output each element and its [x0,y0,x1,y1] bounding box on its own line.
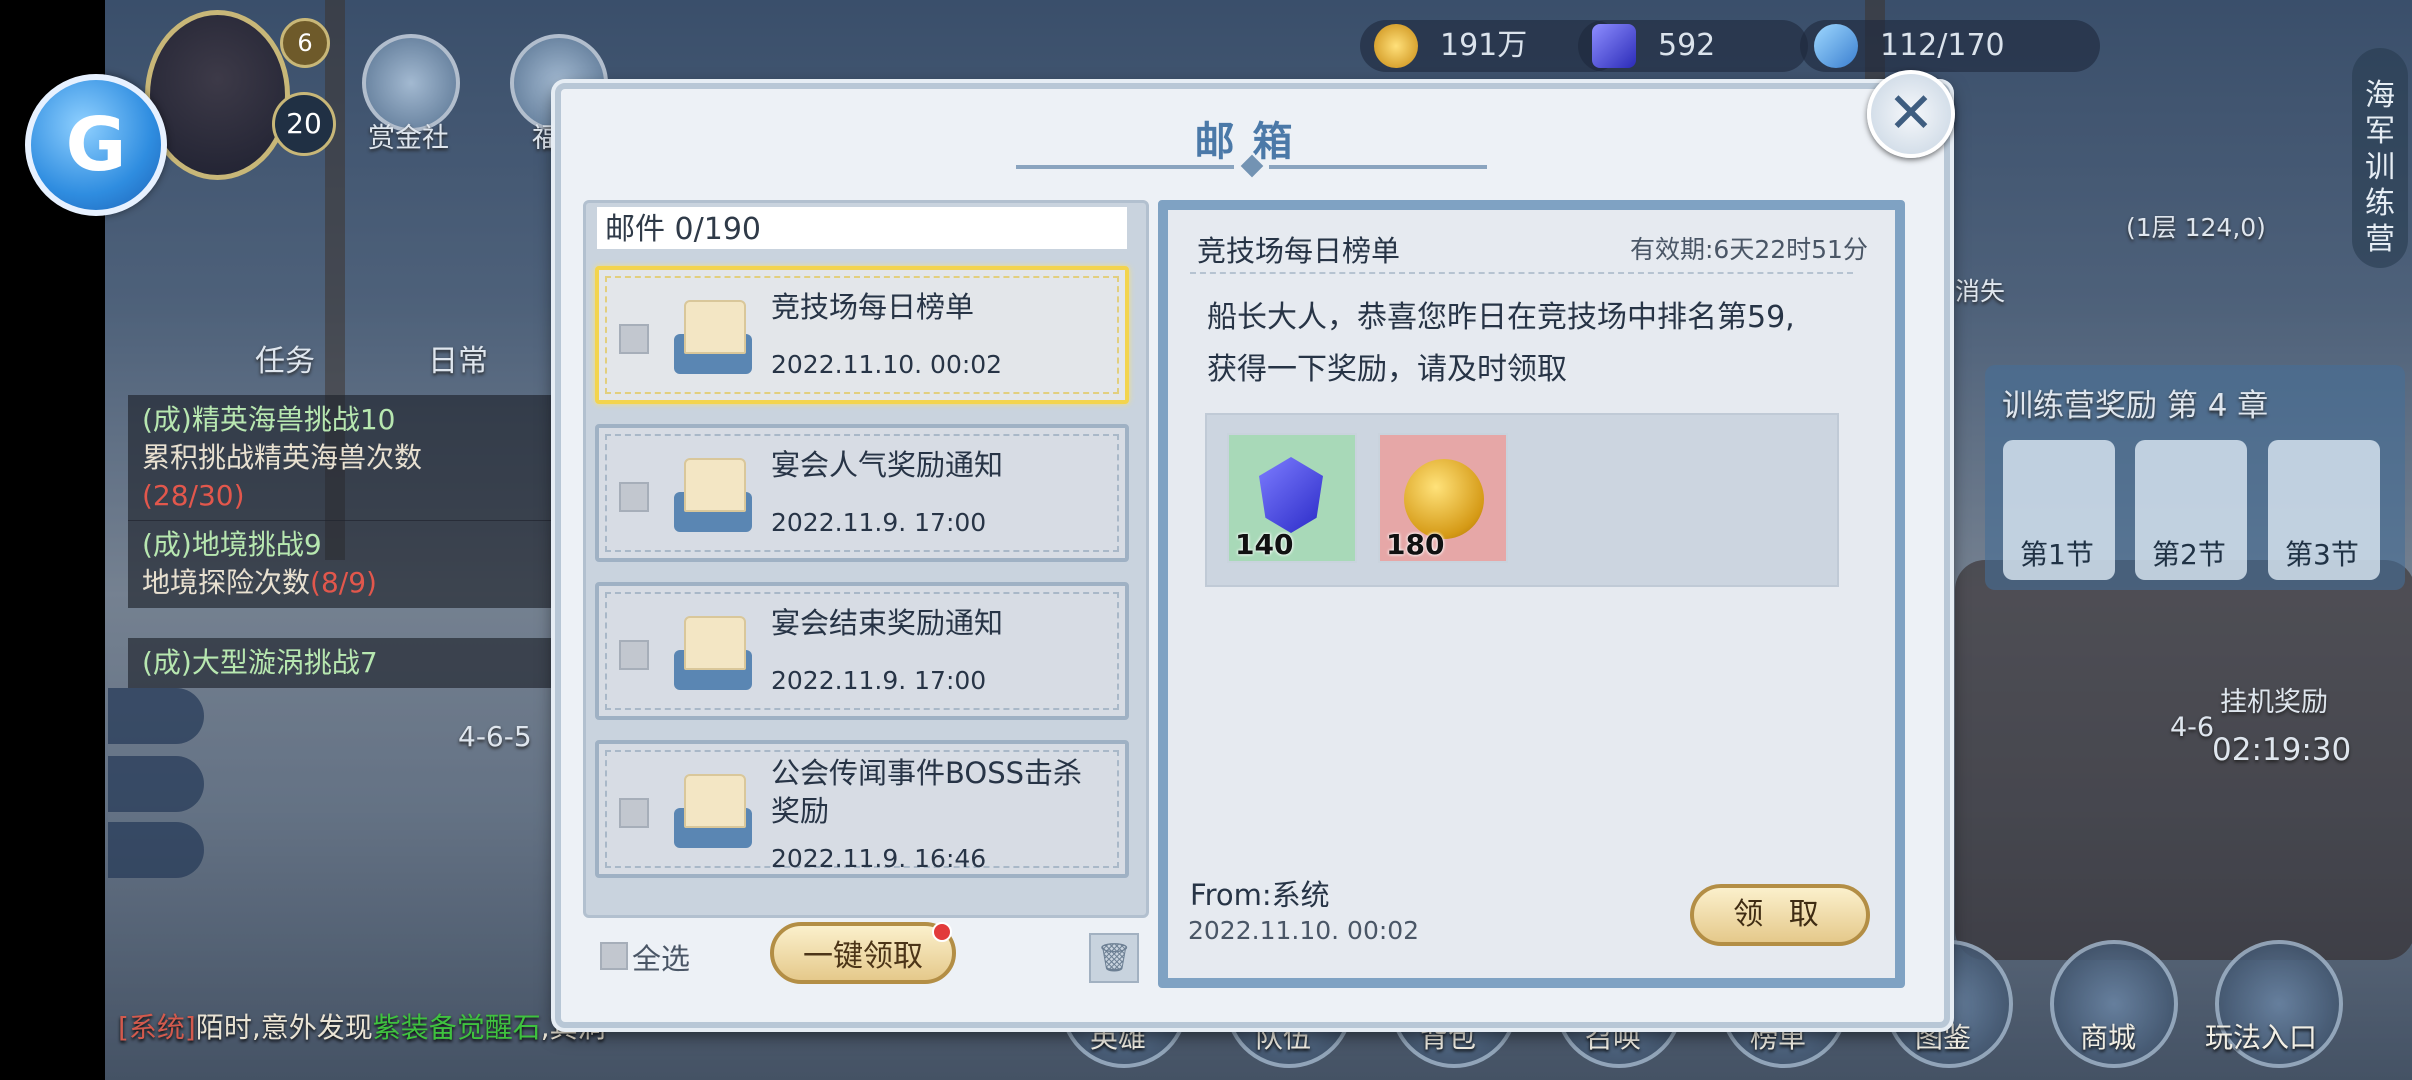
chat-message: 陌时,意外发现 [195,1011,373,1044]
task-desc: 累积挑战精英海兽次数 [142,441,423,474]
navy-training-camp-tab[interactable]: 海军训练营 [2352,48,2408,268]
mail-checkbox[interactable] [619,640,649,670]
mail-date: 2022.11.9. 17:00 [771,508,987,537]
title-ornament-left [1016,165,1234,169]
task-progress: (8/9) [310,566,377,599]
envelope-icon [674,454,752,532]
chat-line[interactable]: [系统]陌时,意外发现紫装备觉醒石,其洞 [118,1006,606,1046]
player-rank: 20 [272,92,336,156]
chat-channel: [系统] [118,1011,196,1044]
claim-all-button[interactable]: 一键领取 [770,922,956,984]
mail-checkbox[interactable] [619,324,649,354]
gold-coin-icon [1374,24,1418,68]
nav-gameplay-entry[interactable]: 玩法入口 [2205,1016,2317,1056]
mail-checkbox[interactable] [619,482,649,512]
chest-label: 第2节 [2152,538,2226,571]
app-float-logo[interactable]: G [25,74,167,216]
mail-item[interactable]: 宴会结束奖励通知 2022.11.9. 17:00 [595,582,1129,720]
select-all-checkbox[interactable] [600,942,628,970]
idle-timer: 02:19:30 [2212,732,2352,768]
close-icon: ✕ [1887,81,1935,146]
player-level-badge: 6 [280,18,330,68]
gem-icon [1259,457,1323,533]
mail-date: 2022.11.9. 16:46 [771,844,987,873]
mail-title: 竞技场每日榜单 [771,290,975,324]
mail-title: 公会传闻事件BOSS击杀奖励 [771,756,1083,828]
detail-body: 船长大人，恭喜您昨日在竞技场中排名第59, 获得一下奖励，请及时领取 [1207,292,1795,396]
mail-title: 宴会人气奖励通知 [771,448,1004,482]
tab-daily[interactable]: 日常 [428,336,488,380]
tools-button[interactable] [108,822,204,878]
gem-icon [1592,24,1636,68]
chest-label: 第3节 [2285,538,2359,571]
mail-item[interactable]: 竞技场每日榜单 2022.11.10. 00:02 [595,266,1129,404]
mail-title: 宴会结束奖励通知 [771,606,1004,640]
detail-body-line: 船长大人，恭喜您昨日在竞技场中排名第59, [1207,300,1795,335]
floor-info: (1层 124,0) [2126,213,2266,242]
stamina-resource: 112/170 [1800,20,2100,72]
task-title: (成)地境挑战9 [142,528,322,561]
stage-label: 4-6-5 [458,720,532,753]
player-avatar[interactable] [145,10,290,180]
mail-item[interactable]: 宴会人气奖励通知 2022.11.9. 17:00 [595,424,1129,562]
mail-count: 邮件 0/190 [595,205,1129,251]
handshake-button[interactable] [108,756,204,812]
envelope-icon [674,612,752,690]
reward-item-coin[interactable]: 180 [1378,433,1508,563]
mail-sent-date: 2022.11.10. 00:02 [1188,916,1420,945]
task-title: (成)大型漩涡挑战7 [142,646,378,679]
mail-checkbox[interactable] [619,798,649,828]
idle-stage: 4-6 [2170,712,2215,743]
chest-label: 第1节 [2020,538,2094,571]
gold-value: 191万 [1440,28,1528,63]
close-button[interactable]: ✕ [1867,70,1955,158]
mail-sender: From:系统 [1190,878,1330,912]
detail-body-line: 获得一下奖励，请及时领取 [1207,352,1567,387]
envelope-icon [674,296,752,374]
task-desc: 地境探险次数 [142,566,311,599]
notification-dot [932,922,952,942]
mail-date: 2022.11.10. 00:02 [771,350,1003,379]
gold-coin-icon [1404,459,1484,539]
reward-item-gem[interactable]: 140 [1227,433,1357,563]
nav-shop[interactable]: 商城 [2080,1016,2136,1056]
mail-date: 2022.11.9. 17:00 [771,666,987,695]
delete-icon[interactable]: 🗑 [1089,933,1139,983]
mail-item[interactable]: 公会传闻事件BOSS击杀奖励 2022.11.9. 16:46 [595,740,1129,878]
claim-button[interactable]: 领 取 [1690,884,1870,946]
detail-divider [1190,272,1853,274]
reward-amount: 180 [1386,528,1445,561]
detail-title: 竞技场每日榜单 [1197,234,1401,268]
reward-amount: 140 [1235,528,1294,561]
training-reward-title: 训练营奖励 第 4 章 [2002,388,2269,424]
location-button[interactable] [108,688,204,744]
title-ornament-right [1269,165,1487,169]
envelope-icon [674,770,752,848]
idle-reward-label[interactable]: 挂机奖励 [2220,680,2328,719]
disappear-text: 消失 [1955,277,2006,306]
game-screen: 6 20 赏金社 福 191万 592 112/170 海军训练营 (1层 12… [0,0,2412,1080]
gem-value: 592 [1658,28,1716,63]
task-title: (成)精英海兽挑战10 [142,403,396,436]
tab-task[interactable]: 任务 [255,336,315,380]
stamina-icon [1814,24,1858,68]
stamina-value: 112/170 [1880,28,2005,63]
task-progress: (28/30) [142,479,245,512]
detail-validity: 有效期:6天22时51分 [1630,235,1868,264]
chat-highlight: 紫装备觉醒石 [372,1011,541,1044]
select-all-label[interactable]: 全选 [632,936,690,978]
bounty-society-label: 赏金社 [368,123,449,154]
gem-resource: 592 [1578,20,1808,72]
